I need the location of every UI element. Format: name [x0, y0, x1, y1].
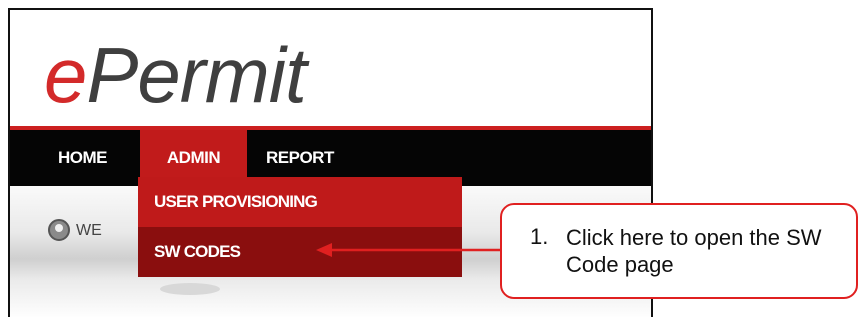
callout-number: 1. [530, 224, 549, 249]
callout-text: Click here to open the SW Code page [566, 225, 822, 277]
callout-arrow-head [316, 243, 332, 257]
instruction-callout: 1. Click here to open the SW Code page [500, 203, 858, 299]
